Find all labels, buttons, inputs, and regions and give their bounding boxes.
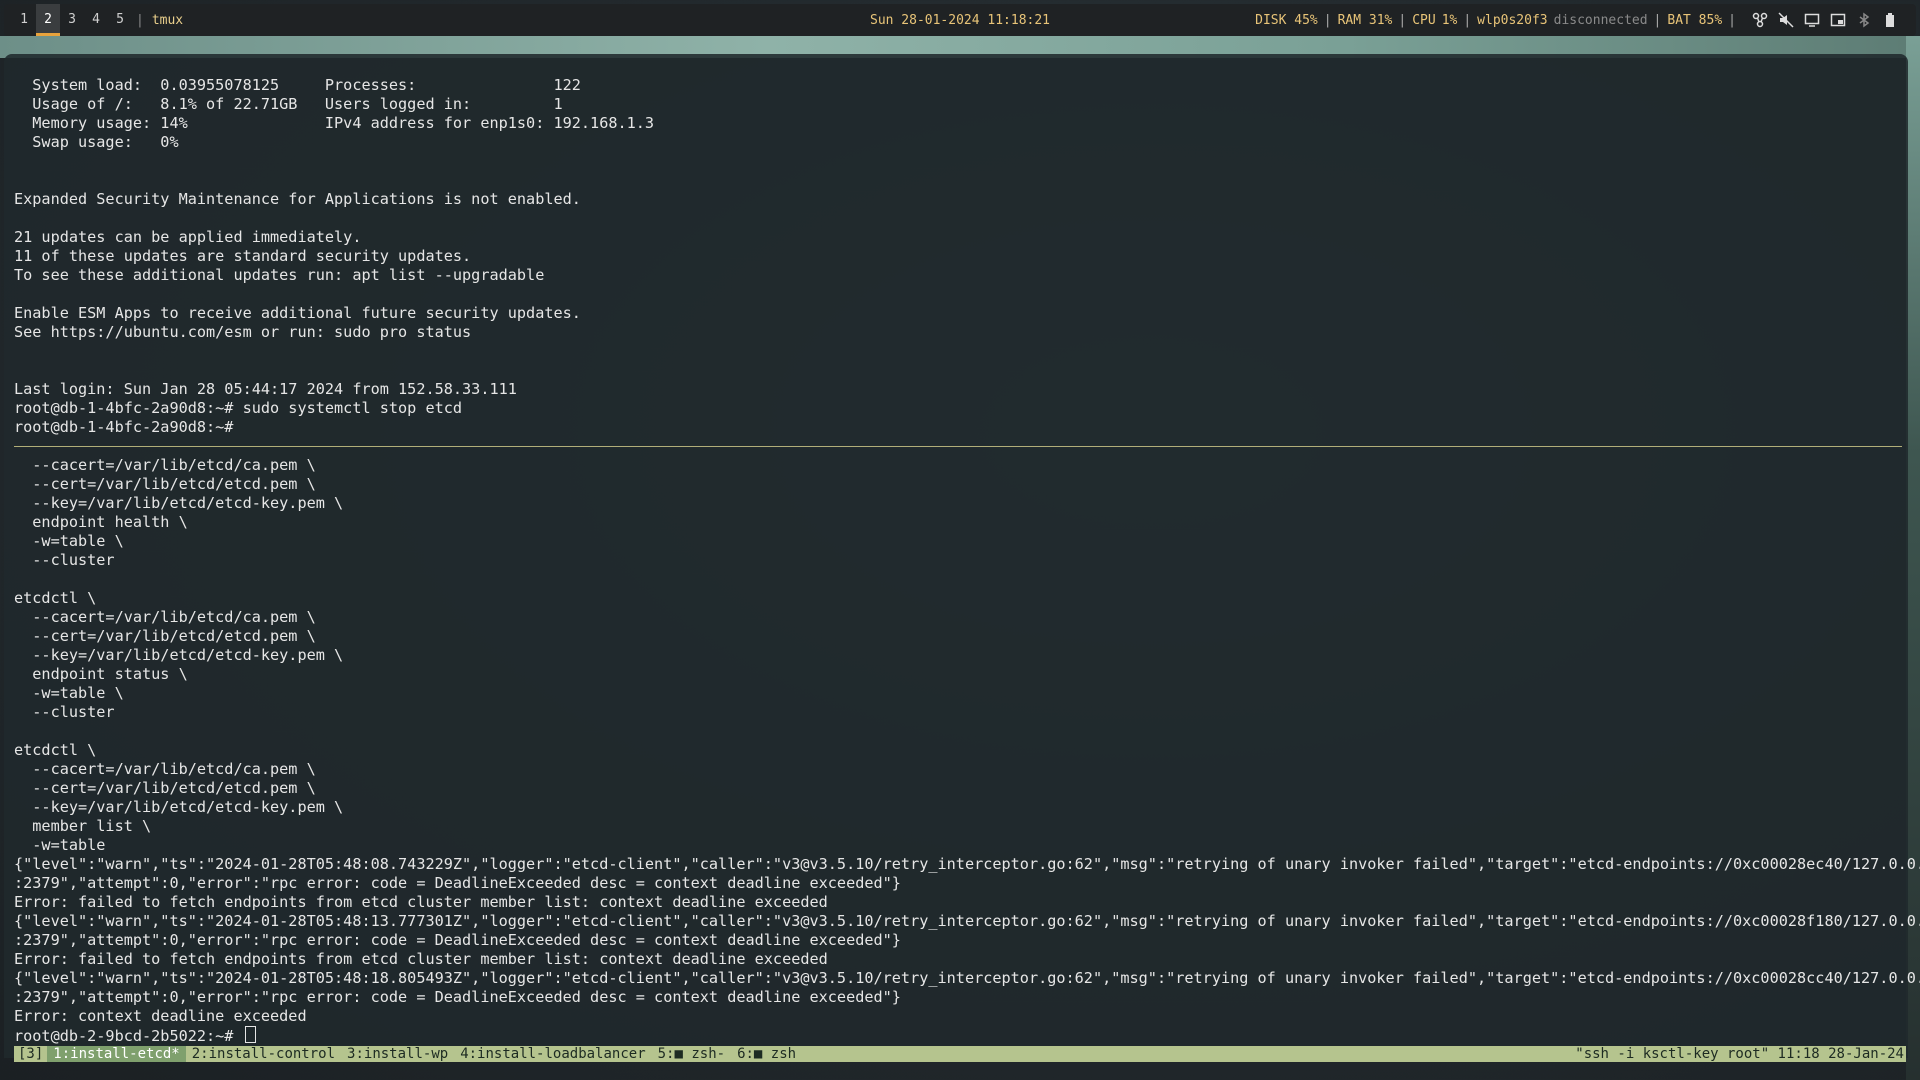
terminal-line: --cacert=/var/lib/etcd/ca.pem \ bbox=[14, 760, 316, 778]
terminal-line: Expanded Security Maintenance for Applic… bbox=[14, 190, 581, 208]
network-status: disconnected bbox=[1553, 12, 1648, 28]
cpu-label: CPU bbox=[1412, 12, 1436, 28]
terminal-line: {"level":"warn","ts":"2024-01-28T05:48:1… bbox=[14, 912, 1920, 930]
terminal-line: --key=/var/lib/etcd/etcd-key.pem \ bbox=[14, 494, 344, 512]
separator: | bbox=[136, 12, 144, 28]
terminal-line: 21 updates can be applied immediately. bbox=[14, 228, 362, 246]
top-status-bar: 12345 | tmux Sun 28-01-2024 11:18:21 DIS… bbox=[4, 4, 1916, 36]
pane-divider[interactable] bbox=[14, 446, 1902, 447]
terminal-line: {"level":"warn","ts":"2024-01-28T05:48:0… bbox=[14, 855, 1920, 873]
system-tray bbox=[1752, 12, 1898, 28]
system-stats: DISK 45% | RAM 31% | CPU 1% | wlp0s20f3 … bbox=[1255, 13, 1736, 28]
terminal-prompt-line[interactable]: root@db-2-9bcd-2b5022:~# bbox=[14, 1026, 1898, 1045]
tmux-window-5[interactable]: 5:■ zsh- bbox=[652, 1046, 731, 1062]
battery-icon[interactable] bbox=[1882, 12, 1898, 28]
network-icon[interactable] bbox=[1752, 12, 1768, 28]
shell-prompt: root@db-2-9bcd-2b5022:~# bbox=[14, 1027, 243, 1045]
terminal-line: --cluster bbox=[14, 551, 115, 569]
terminal-line: --cacert=/var/lib/etcd/ca.pem \ bbox=[14, 456, 316, 474]
terminal-line: Swap usage: 0% bbox=[14, 133, 179, 151]
terminal-line: :2379","attempt":0,"error":"rpc error: c… bbox=[14, 874, 901, 892]
workspace-3[interactable]: 3 bbox=[60, 4, 84, 36]
terminal-line: -w=table \ bbox=[14, 684, 124, 702]
separator: | bbox=[1463, 12, 1472, 28]
tmux-session: [3] bbox=[18, 1046, 44, 1062]
tmux-pane-top[interactable]: System load: 0.03955078125 Processes: 12… bbox=[14, 76, 1898, 437]
terminal-line: --cert=/var/lib/etcd/etcd.pem \ bbox=[14, 627, 316, 645]
terminal-line: Enable ESM Apps to receive additional fu… bbox=[14, 304, 581, 322]
workspace-4[interactable]: 4 bbox=[84, 4, 108, 36]
terminal-line: System load: 0.03955078125 Processes: 12… bbox=[14, 76, 581, 94]
terminal-line: {"level":"warn","ts":"2024-01-28T05:48:1… bbox=[14, 969, 1920, 987]
terminal-line: Error: failed to fetch endpoints from et… bbox=[14, 893, 828, 911]
terminal-window[interactable]: System load: 0.03955078125 Processes: 12… bbox=[4, 54, 1920, 1058]
terminal-line: :2379","attempt":0,"error":"rpc error: c… bbox=[14, 931, 901, 949]
terminal-line: Memory usage: 14% IPv4 address for enp1s… bbox=[14, 114, 655, 132]
tmux-window-6[interactable]: 6:■ zsh bbox=[731, 1046, 802, 1062]
separator: | bbox=[1728, 12, 1736, 28]
terminal-line: Usage of /: 8.1% of 22.71GB Users logged… bbox=[14, 95, 563, 113]
terminal-line: -w=table \ bbox=[14, 532, 124, 550]
terminal-line: --cluster bbox=[14, 703, 115, 721]
terminal-line: --cert=/var/lib/etcd/etcd.pem \ bbox=[14, 475, 316, 493]
terminal-line: root@db-1-4bfc-2a90d8:~# sudo systemctl … bbox=[14, 399, 463, 417]
text-cursor bbox=[244, 1026, 256, 1043]
cpu-value: 1% bbox=[1441, 12, 1458, 28]
terminal-line: Last login: Sun Jan 28 05:44:17 2024 fro… bbox=[14, 380, 517, 398]
terminal-line: --cacert=/var/lib/etcd/ca.pem \ bbox=[14, 608, 316, 626]
terminal-line: --key=/var/lib/etcd/etcd-key.pem \ bbox=[14, 798, 344, 816]
mute-icon[interactable] bbox=[1778, 12, 1794, 28]
terminal-line: 11 of these updates are standard securit… bbox=[14, 247, 472, 265]
monitor-icon[interactable] bbox=[1804, 12, 1820, 28]
terminal-line: etcdctl \ bbox=[14, 741, 97, 759]
bluetooth-icon[interactable] bbox=[1856, 12, 1872, 28]
workspace-switcher: 12345 bbox=[12, 4, 132, 36]
tmux-status-line: [3] 1:install-etcd* 2:install-control 3:in… bbox=[14, 1046, 1906, 1062]
terminal-line: etcdctl \ bbox=[14, 589, 97, 607]
workspace-5[interactable]: 5 bbox=[108, 4, 132, 36]
window-icon[interactable] bbox=[1830, 12, 1846, 28]
terminal-line: Error: failed to fetch endpoints from et… bbox=[14, 950, 828, 968]
tmux-window-3[interactable]: 3:install-wp bbox=[341, 1046, 454, 1062]
terminal-line: root@db-1-4bfc-2a90d8:~# bbox=[14, 418, 234, 436]
terminal-line: To see these additional updates run: apt… bbox=[14, 266, 545, 284]
tmux-window-1[interactable]: 1:install-etcd* bbox=[47, 1046, 186, 1062]
terminal-line: --key=/var/lib/etcd/etcd-key.pem \ bbox=[14, 646, 344, 664]
disk-usage: DISK 45% bbox=[1255, 12, 1318, 28]
window-title: tmux bbox=[151, 12, 184, 28]
tmux-pane-bottom[interactable]: --cacert=/var/lib/etcd/ca.pem \ --cert=/… bbox=[14, 456, 1920, 1045]
separator: | bbox=[1323, 12, 1332, 28]
tmux-status-right: "ssh -i ksctl-key root" 11:18 28-Jan-24 bbox=[1575, 1046, 1904, 1062]
terminal-line: -w=table bbox=[14, 836, 106, 854]
workspace-2[interactable]: 2 bbox=[36, 4, 60, 36]
terminal-line: Error: context deadline exceeded bbox=[14, 1007, 307, 1025]
workspace-1[interactable]: 1 bbox=[12, 4, 36, 36]
terminal-line: --cert=/var/lib/etcd/etcd.pem \ bbox=[14, 779, 316, 797]
tmux-window-2[interactable]: 2:install-control bbox=[186, 1046, 341, 1062]
terminal-line: :2379","attempt":0,"error":"rpc error: c… bbox=[14, 988, 901, 1006]
separator: | bbox=[1653, 12, 1662, 28]
network-interface: wlp0s20f3 bbox=[1477, 12, 1548, 28]
terminal-line: endpoint status \ bbox=[14, 665, 188, 683]
tmux-window-4[interactable]: 4:install-loadbalancer bbox=[454, 1046, 651, 1062]
clock[interactable]: Sun 28-01-2024 11:18:21 bbox=[870, 13, 1050, 28]
battery-level: BAT 85% bbox=[1667, 12, 1723, 28]
terminal-line: See https://ubuntu.com/esm or run: sudo … bbox=[14, 323, 472, 341]
terminal-line: member list \ bbox=[14, 817, 152, 835]
terminal-line: endpoint health \ bbox=[14, 513, 188, 531]
ram-usage: RAM 31% bbox=[1337, 12, 1393, 28]
separator: | bbox=[1398, 12, 1407, 28]
